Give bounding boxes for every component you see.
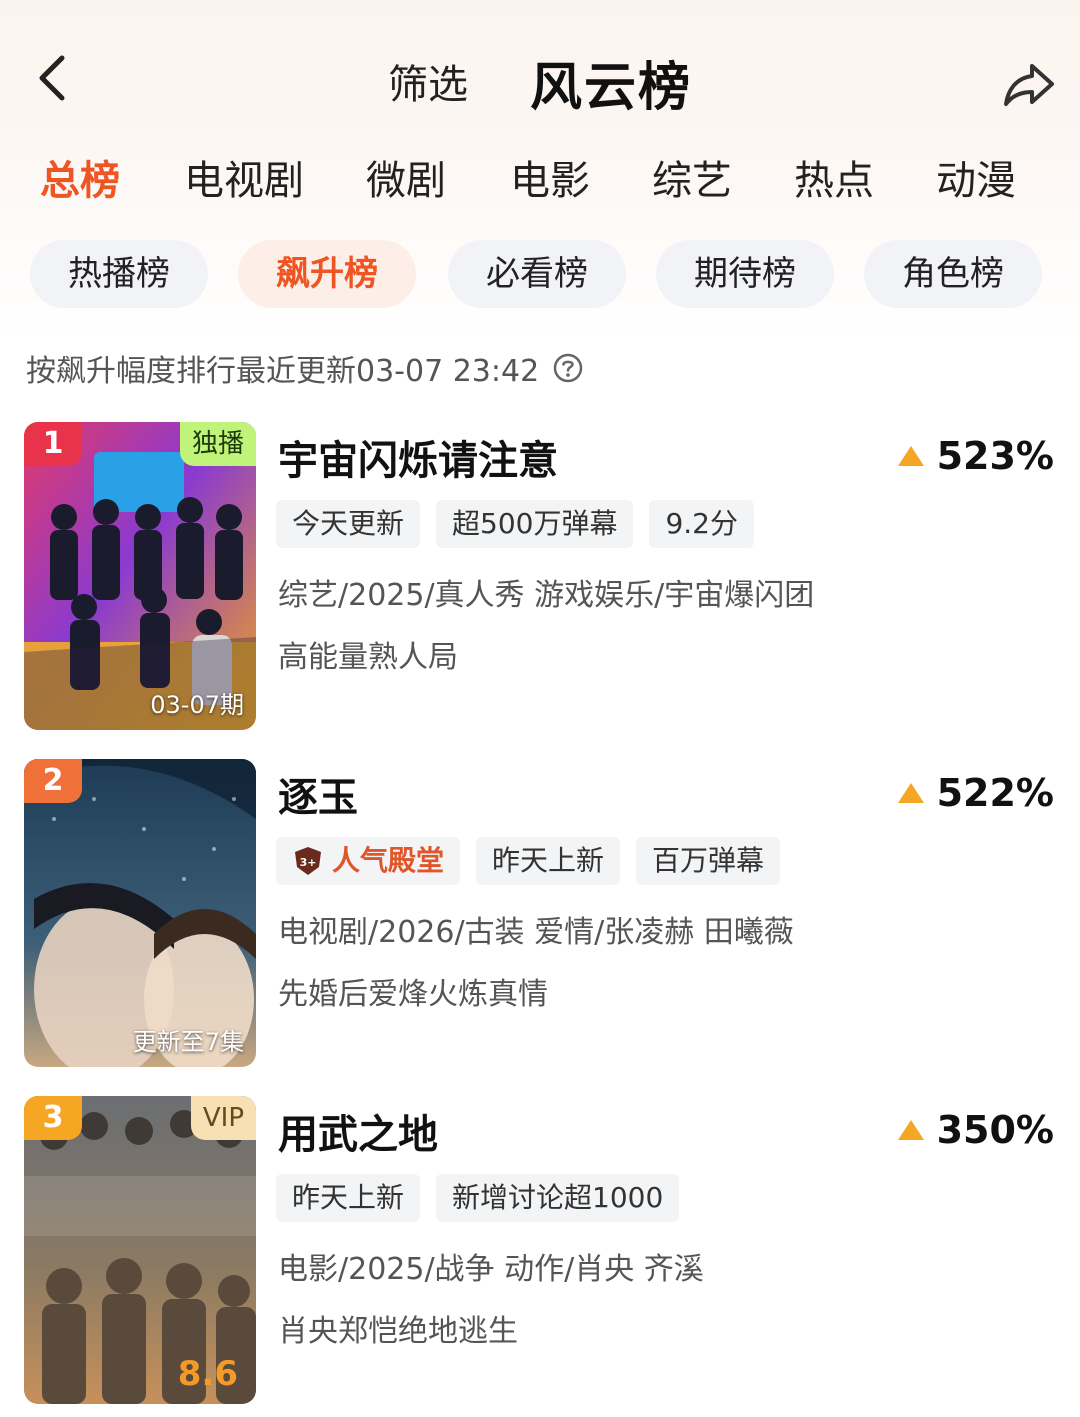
sub-tabs: 热播榜 飙升榜 必看榜 期待榜 角色榜 [0,240,1080,310]
rank-badge: 1 [24,422,82,466]
tag: 昨天上新 [276,1174,421,1222]
poster-image [24,759,256,1067]
vip-tag: VIP [190,1096,256,1140]
rank-item[interactable]: 1 独播 03-07期 宇宙闪烁请注意 523% 今天更新 超500万弹幕 9.… [0,422,1080,732]
ranking-info-text: 按飙升幅度排行最近更新03-07 23:42 [26,354,540,389]
rank-item[interactable]: 2 更新至7集 逐玉 522% 3+ 人气殿堂 昨天上新 百万弹幕 电视剧/20… [0,759,1080,1069]
tag-list: 昨天上新 新增讨论超1000 [276,1174,695,1222]
tag: 百万弹幕 [636,837,781,885]
poster[interactable]: 2 更新至7集 [24,759,256,1067]
rank-item[interactable]: 3 VIP 8.6 用武之地 350% 昨天上新 新增讨论超1000 电影/20… [0,1096,1080,1406]
filter-button[interactable]: 筛选 [388,52,468,110]
item-title[interactable]: 用武之地 [278,1102,438,1160]
popularity-hall-label: 人气殿堂 [332,844,445,877]
poster-image [24,422,256,730]
page-title: 风云榜 [530,58,693,118]
rise-value: 350% [936,1108,1054,1152]
tab-tv-series[interactable]: 电视剧 [184,148,304,206]
rank-badge: 3 [24,1096,82,1140]
share-icon [1004,64,1054,106]
exclusive-tag: 独播 [179,422,256,466]
share-button[interactable] [998,56,1058,112]
svg-text:3+: 3+ [300,856,317,869]
poster[interactable]: 1 独播 03-07期 [24,422,256,730]
popularity-hall-tag: 3+ 人气殿堂 [276,837,461,885]
back-button[interactable] [30,50,80,106]
item-meta: 电视剧/2026/古装 爱情/张凌赫 田曦薇 [278,915,794,950]
item-title[interactable]: 宇宙闪烁请注意 [278,428,558,486]
tab-anime[interactable]: 动漫 [936,148,1016,206]
tab-movie[interactable]: 电影 [510,148,590,206]
chevron-left-icon [39,55,65,101]
poster-score: 8.6 [177,1354,238,1394]
poster[interactable]: 3 VIP 8.6 [24,1096,256,1404]
header: 筛选 风云榜 [0,0,1080,140]
item-meta: 综艺/2025/真人秀 游戏娱乐/宇宙爆闪团 [278,578,815,613]
subtab-anticipated[interactable]: 期待榜 [656,240,834,308]
item-title[interactable]: 逐玉 [278,765,358,823]
rise-value: 523% [936,434,1054,478]
shield-icon: 3+ [295,847,321,875]
item-description: 先婚后爱烽火炼真情 [278,977,548,1012]
tag: 今天更新 [276,500,421,548]
tag: 9.2分 [649,500,754,548]
episode-label: 更新至7集 [132,1028,244,1056]
tab-hot[interactable]: 热点 [794,148,874,206]
rise-arrow-icon [897,783,924,803]
tag: 新增讨论超1000 [436,1174,680,1222]
rise-indicator: 350% [897,1108,1054,1152]
subtab-character[interactable]: 角色榜 [864,240,1042,308]
subtab-hot-play[interactable]: 热播榜 [30,240,208,308]
rise-indicator: 522% [897,771,1054,815]
item-description: 肖央郑恺绝地逃生 [278,1314,518,1349]
rise-indicator: 523% [897,434,1054,478]
tag: 超500万弹幕 [436,500,634,548]
rise-arrow-icon [897,446,924,466]
help-icon[interactable] [553,353,583,383]
tab-micro-drama[interactable]: 微剧 [366,148,446,206]
category-tabs: 总榜 电视剧 微剧 电影 综艺 热点 动漫 [0,148,1080,208]
ranking-info: 按飙升幅度排行最近更新03-07 23:42 [26,348,583,389]
tab-variety[interactable]: 综艺 [652,148,732,206]
item-description: 高能量熟人局 [278,640,458,675]
rise-arrow-icon [897,1120,924,1140]
rank-badge: 2 [24,759,82,803]
item-meta: 电影/2025/战争 动作/肖央 齐溪 [278,1252,704,1287]
tag-list: 今天更新 超500万弹幕 9.2分 [276,500,770,548]
tab-overall[interactable]: 总榜 [40,148,120,206]
tag: 昨天上新 [476,837,621,885]
subtab-rising[interactable]: 飙升榜 [238,240,416,308]
episode-label: 03-07期 [150,691,244,719]
subtab-must-watch[interactable]: 必看榜 [448,240,626,308]
tag-list: 3+ 人气殿堂 昨天上新 百万弹幕 [276,837,796,885]
rise-value: 522% [936,771,1054,815]
